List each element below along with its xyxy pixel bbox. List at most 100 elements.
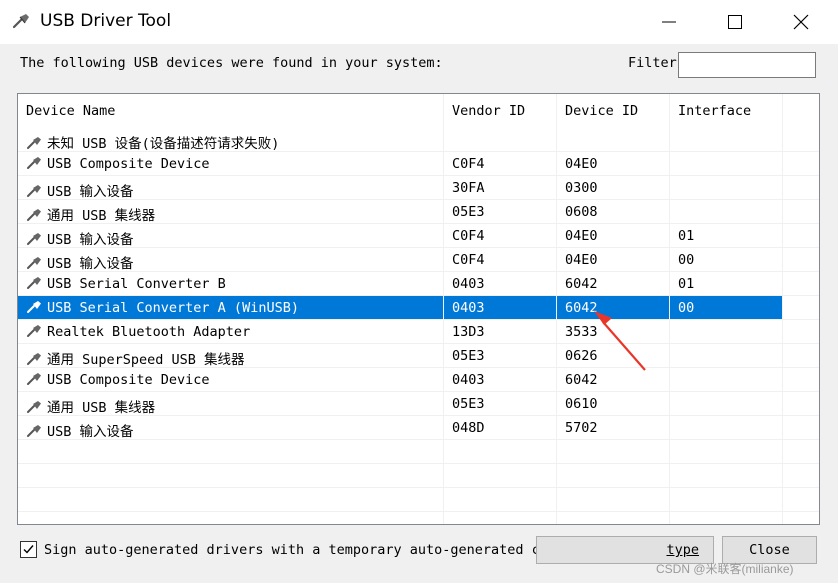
usb-plug-icon <box>27 301 41 313</box>
cell-text: 6042 <box>565 372 598 388</box>
sign-drivers-label: Sign auto-generated drivers with a tempo… <box>44 542 622 558</box>
cell-text: 0608 <box>565 204 598 220</box>
cell-name: USB 输入设备 <box>18 416 443 440</box>
usb-plug-icon <box>27 209 41 221</box>
cell-text: USB 输入设备 <box>47 256 134 272</box>
cell-text: 04E0 <box>565 228 598 244</box>
column-header-interface[interactable]: Interface <box>670 94 783 128</box>
usb-plug-icon <box>27 157 41 169</box>
cell-text: USB Composite Device <box>47 372 210 388</box>
table-row[interactable]: USB Composite Device 0403 6042 <box>18 368 819 392</box>
table-row[interactable]: USB Composite Device C0F4 04E0 <box>18 152 819 176</box>
cell-vendor <box>444 128 556 152</box>
cell-text: 0300 <box>565 180 598 196</box>
devices-found-label: The following USB devices were found in … <box>20 55 443 71</box>
cell-text: 6042 <box>565 276 598 292</box>
cell-interface: 01 <box>670 272 782 296</box>
cell-text: 0403 <box>452 372 485 388</box>
sign-drivers-checkbox[interactable] <box>20 541 37 558</box>
cell-vendor: 0403 <box>444 368 556 392</box>
cell-device: 3533 <box>557 320 669 344</box>
cell-vendor: 05E3 <box>444 392 556 416</box>
cell-name: USB 输入设备 <box>18 176 443 200</box>
cell-text: USB 输入设备 <box>47 424 134 440</box>
cell-text: 0626 <box>565 348 598 364</box>
table-row[interactable]: 通用 SuperSpeed USB 集线器 05E3 0626 <box>18 344 819 368</box>
empty-row <box>18 464 819 488</box>
maximize-icon <box>728 15 742 29</box>
device-list[interactable]: Device Name Vendor ID Device ID Interfac… <box>17 93 820 525</box>
table-row[interactable]: USB Serial Converter B 0403 6042 01 <box>18 272 819 296</box>
cell-text: USB 输入设备 <box>47 184 134 200</box>
cell-text: C0F4 <box>452 156 485 172</box>
cell-name: 通用 SuperSpeed USB 集线器 <box>18 344 443 368</box>
cell-name: USB Serial Converter B <box>18 272 443 296</box>
table-row[interactable]: USB 输入设备 30FA 0300 <box>18 176 819 200</box>
filter-input[interactable] <box>678 52 816 78</box>
cell-interface <box>670 128 782 152</box>
cell-text: 3533 <box>565 324 598 340</box>
cell-device: 6042 <box>557 272 669 296</box>
cell-text: 0403 <box>452 300 485 316</box>
cell-name: 通用 USB 集线器 <box>18 200 443 224</box>
cell-device: 0610 <box>557 392 669 416</box>
cell-interface <box>670 176 782 200</box>
cell-vendor: 30FA <box>444 176 556 200</box>
table-row[interactable]: USB 输入设备 C0F4 04E0 00 <box>18 248 819 272</box>
cell-vendor: C0F4 <box>444 248 556 272</box>
cell-interface: 00 <box>670 296 782 320</box>
empty-row <box>18 488 819 512</box>
empty-row <box>18 440 819 464</box>
cell-name: USB 输入设备 <box>18 224 443 248</box>
watermark: CSDN @米联客(milianke) <box>656 562 794 576</box>
cell-text: USB Composite Device <box>47 156 210 172</box>
cell-name: Realtek Bluetooth Adapter <box>18 320 443 344</box>
cell-name: USB 输入设备 <box>18 248 443 272</box>
cell-device: 5702 <box>557 416 669 440</box>
cell-device: 6042 <box>557 368 669 392</box>
usb-plug-icon <box>27 353 41 365</box>
table-row[interactable]: 通用 USB 集线器 05E3 0608 <box>18 200 819 224</box>
cell-device: 6042 <box>557 296 669 320</box>
table-row[interactable]: USB 输入设备 C0F4 04E0 01 <box>18 224 819 248</box>
usb-plug-icon <box>12 14 29 29</box>
cell-name: 未知 USB 设备(设备描述符请求失败) <box>18 128 443 152</box>
close-window-button[interactable] <box>769 0 833 44</box>
column-header-device-id[interactable]: Device ID <box>557 94 670 128</box>
cell-text: 00 <box>678 300 695 316</box>
cell-device: 04E0 <box>557 152 669 176</box>
usb-plug-icon <box>27 233 41 245</box>
cell-interface <box>670 392 782 416</box>
cell-interface <box>670 344 782 368</box>
cell-interface: 00 <box>670 248 782 272</box>
cell-text: 04E0 <box>565 252 598 268</box>
column-header-vendor-id[interactable]: Vendor ID <box>444 94 557 128</box>
table-row[interactable]: 通用 USB 集线器 05E3 0610 <box>18 392 819 416</box>
usb-plug-icon <box>27 257 41 269</box>
usb-plug-icon <box>27 137 41 149</box>
cell-vendor: 0403 <box>444 296 556 320</box>
cell-text: USB Serial Converter B <box>47 276 226 292</box>
cell-text: USB 输入设备 <box>47 232 134 248</box>
table-row[interactable]: USB Serial Converter A (WinUSB) 0403 6042 0… <box>18 296 819 320</box>
cell-text: 13D3 <box>452 324 485 340</box>
usb-plug-icon <box>27 401 41 413</box>
cell-text: 6042 <box>565 300 598 316</box>
usb-plug-icon <box>27 373 41 385</box>
table-row[interactable]: 未知 USB 设备(设备描述符请求失败) <box>18 128 819 152</box>
cell-vendor: 05E3 <box>444 344 556 368</box>
minimize-icon <box>662 21 676 23</box>
minimize-button[interactable] <box>637 0 701 44</box>
cell-device: 04E0 <box>557 248 669 272</box>
cell-text: Realtek Bluetooth Adapter <box>47 324 251 340</box>
cell-text: 01 <box>678 228 695 244</box>
table-row[interactable]: Realtek Bluetooth Adapter 13D3 3533 <box>18 320 819 344</box>
cell-text: USB Serial Converter A (WinUSB) <box>47 300 299 316</box>
usb-plug-icon <box>27 325 41 337</box>
cell-text: 05E3 <box>452 396 485 412</box>
column-header-device-name[interactable]: Device Name <box>18 94 444 128</box>
close-icon <box>793 14 809 30</box>
table-row[interactable]: USB 输入设备 048D 5702 <box>18 416 819 440</box>
cell-device <box>557 128 669 152</box>
maximize-button[interactable] <box>703 0 767 44</box>
